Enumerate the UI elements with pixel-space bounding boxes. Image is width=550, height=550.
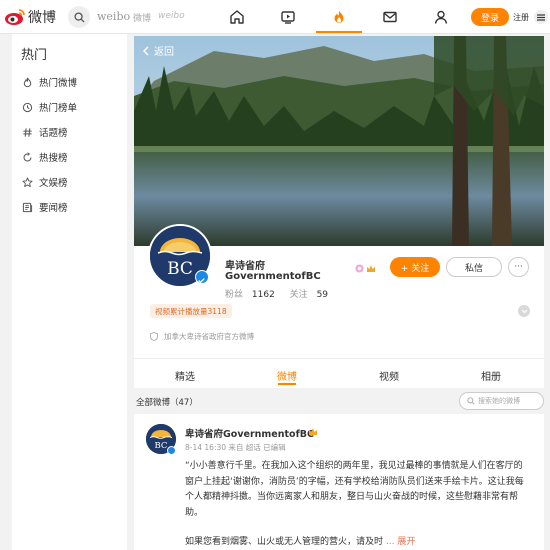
sidebar-item-news[interactable]: 要闻榜 xyxy=(22,199,68,215)
sidebar-item-label: 热门榜单 xyxy=(39,103,78,114)
sidebar-item-label: 文娱榜 xyxy=(39,178,68,189)
home-icon xyxy=(230,10,244,24)
search-button[interactable] xyxy=(68,6,90,28)
back-button[interactable]: 返回 xyxy=(142,43,174,58)
nav-video[interactable] xyxy=(277,6,299,28)
verified-badge-icon xyxy=(195,270,209,284)
search-icon xyxy=(73,11,85,23)
expand-link[interactable]: ... 展开 xyxy=(386,537,415,547)
tab-albums[interactable]: 相册 xyxy=(481,368,501,383)
chevron-left-icon xyxy=(143,46,149,55)
back-label: 返回 xyxy=(154,47,174,58)
clock-icon xyxy=(22,102,33,112)
crown-icon xyxy=(367,265,375,272)
feed-header: 全部微博（47） 搜索她的微博 xyxy=(134,388,544,414)
login-button[interactable]: 登录 xyxy=(471,8,509,26)
brand-weibo-script: weibo xyxy=(158,11,185,21)
vip-badge-icon xyxy=(355,264,364,273)
post-avatar-text: BC xyxy=(155,441,168,451)
flame-icon xyxy=(334,10,344,23)
sidebar-item-label: 热搜榜 xyxy=(39,153,68,164)
badge-icons xyxy=(355,264,376,273)
profile-name-cn: 卑诗省府 xyxy=(225,261,265,272)
crown-icon xyxy=(309,428,317,435)
post-meta: 8-14 16:30 来自 超话 已编辑 xyxy=(185,443,286,452)
more-options-button[interactable]: ··· xyxy=(508,257,529,277)
tab-videos[interactable]: 视频 xyxy=(379,368,399,383)
nav-messages[interactable] xyxy=(379,6,401,28)
message-button[interactable]: 私信 xyxy=(446,257,502,277)
video-play-count-badge[interactable]: 视频累计播放量3118 xyxy=(150,304,232,318)
post-card: BC 卑诗省府GovernmentofBC 8-14 16:30 来自 超话 已… xyxy=(134,416,544,550)
hashtag-icon xyxy=(23,127,32,137)
sidebar-title: 热门 xyxy=(21,48,48,63)
sidebar-item-label: 话题榜 xyxy=(39,128,68,139)
fans-count[interactable]: 1162 xyxy=(252,290,275,300)
verified-badge-icon xyxy=(167,446,176,455)
bio-text: 加拿大卑诗省政府官方微博 xyxy=(164,332,254,341)
sidebar-item-topics[interactable]: 话题榜 xyxy=(22,124,68,140)
weibo-logo[interactable]: 微博 xyxy=(4,6,60,28)
chevron-down-icon xyxy=(521,309,527,313)
circle-refresh-icon xyxy=(23,151,32,161)
following-count[interactable]: 59 xyxy=(317,290,328,300)
news-icon xyxy=(22,202,33,212)
sidebar-item-entertainment[interactable]: 文娱榜 xyxy=(22,174,68,190)
weibo-eye-icon xyxy=(5,9,25,25)
hamburger-icon xyxy=(537,13,545,21)
profile-main: 返回 BC 卑诗省府 GovernmentofBC 粉丝 1162 关注 59 … xyxy=(134,36,544,550)
sidebar-item-hot-list[interactable]: 热门榜单 xyxy=(22,99,77,115)
top-nav-bar: 微博 weibo 微博 weibo 登录 注册 xyxy=(0,0,550,34)
profile-name-en: GovernmentofBC xyxy=(225,271,321,282)
star-icon xyxy=(22,176,33,187)
fans-label: 粉丝 xyxy=(225,290,244,300)
nav-active-indicator xyxy=(316,31,362,33)
following-label: 关注 xyxy=(289,290,308,300)
mail-icon xyxy=(383,11,397,23)
brand-weibo-cn: 微博 xyxy=(133,14,152,24)
post-author[interactable]: 卑诗省府GovernmentofBC xyxy=(185,426,314,440)
tab-weibo[interactable]: 微博 xyxy=(277,368,297,383)
avatar-text: BC xyxy=(167,259,193,279)
register-link[interactable]: 注册 xyxy=(513,12,529,23)
profile-stats: 粉丝 1162 关注 59 xyxy=(225,287,328,300)
left-sidebar: 热门 热门微博 热门榜单 话题榜 热搜榜 文娱榜 要闻榜 xyxy=(12,34,127,550)
tab-featured[interactable]: 精选 xyxy=(175,368,195,383)
logo-text: 微博 xyxy=(28,10,56,26)
profile-bio: 加拿大卑诗省政府官方微博 xyxy=(150,331,254,342)
follow-button[interactable]: + 关注 xyxy=(390,257,440,277)
feed-count: 全部微博（47） xyxy=(136,398,198,408)
feed-search-placeholder: 搜索她的微博 xyxy=(478,397,520,405)
brand-weibo-en: weibo xyxy=(97,10,131,23)
cover-image xyxy=(134,36,544,246)
sidebar-item-label: 热门微博 xyxy=(39,78,78,89)
profile-tabs: 精选 微博 视频 相册 xyxy=(134,358,544,386)
active-tab-indicator xyxy=(278,383,296,385)
user-icon xyxy=(434,10,448,24)
sidebar-item-hot-search[interactable]: 热搜榜 xyxy=(22,149,68,165)
video-icon xyxy=(281,11,295,24)
post-text: “小小善意行千里。在我加入这个组织的两年里，我见过最棒的事情就是人们在客厅的窗户… xyxy=(185,461,524,518)
sidebar-item-label: 要闻榜 xyxy=(39,203,68,214)
shield-icon xyxy=(150,332,158,341)
post-text-line: 如果您看到烟雾、山火或无人管理的营火，请及时 xyxy=(185,537,384,547)
expand-profile-button[interactable] xyxy=(518,305,530,317)
menu-button[interactable] xyxy=(534,10,548,24)
sidebar-item-hot-weibo[interactable]: 热门微博 xyxy=(22,74,77,90)
nav-hot[interactable] xyxy=(328,6,350,28)
post-text-continued: 如果您看到烟雾、山火或无人管理的营火，请及时 ... 展开 xyxy=(185,534,531,547)
search-icon xyxy=(467,397,475,405)
nav-profile[interactable] xyxy=(430,6,452,28)
feed-search-input[interactable]: 搜索她的微博 xyxy=(459,392,544,410)
flame-outline-icon xyxy=(23,77,32,87)
nav-home[interactable] xyxy=(226,6,248,28)
